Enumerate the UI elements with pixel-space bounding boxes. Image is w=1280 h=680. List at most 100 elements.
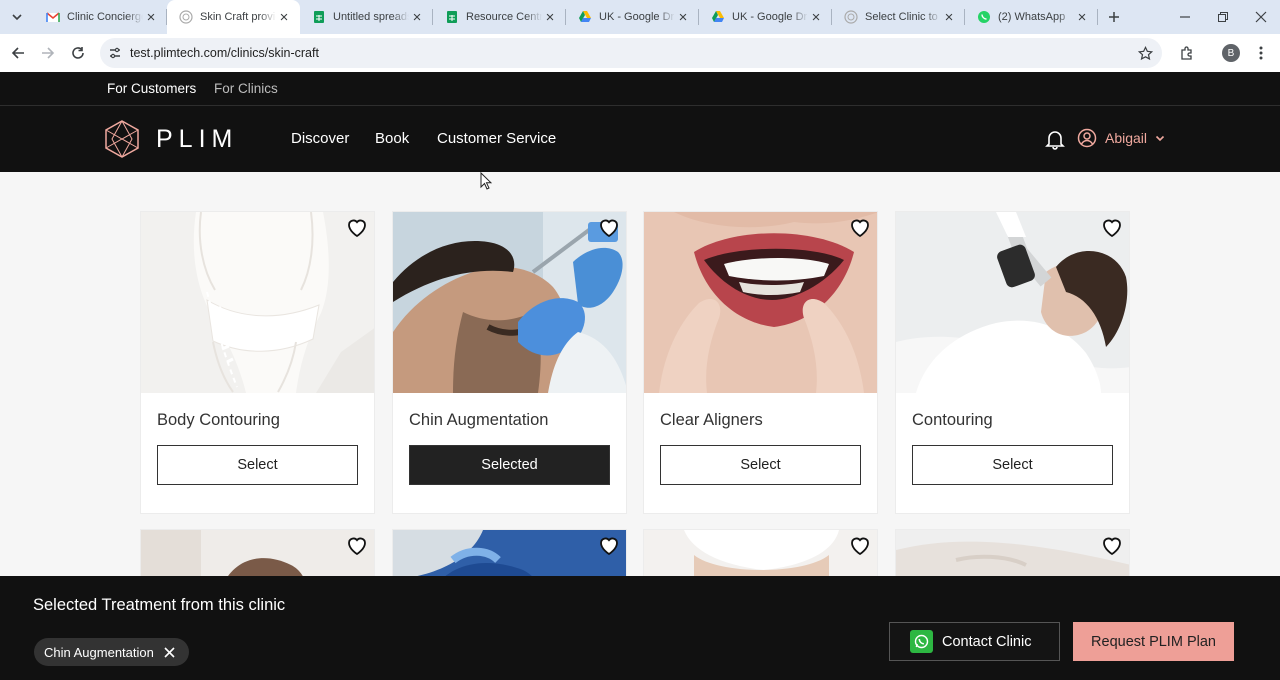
tab-title: Select Clinic to compare — [865, 11, 941, 23]
close-tab-icon[interactable]: × — [808, 9, 824, 26]
notifications-button[interactable] — [1044, 128, 1066, 155]
tab-title: (2) WhatsApp — [998, 11, 1066, 23]
chevron-down-icon — [12, 14, 22, 21]
heart-icon[interactable] — [345, 534, 369, 558]
browser-menu-button[interactable] — [1246, 34, 1276, 72]
request-plim-plan-button[interactable]: Request PLIM Plan — [1073, 622, 1234, 661]
treatment-name: Body Contouring — [157, 411, 280, 429]
whatsapp-icon — [978, 11, 990, 23]
for-customers-link[interactable]: For Customers — [107, 81, 196, 96]
reload-icon — [72, 47, 84, 59]
close-tab-icon[interactable]: × — [1074, 9, 1090, 26]
minimize-icon — [1180, 16, 1190, 18]
browser-tab-uk-google-drive[interactable]: UK - Google Drive × — [566, 0, 699, 34]
nav-customer-service[interactable]: Customer Service — [437, 130, 556, 147]
contact-clinic-label: Contact Clinic — [942, 633, 1032, 650]
selected-treatments-heading: Selected Treatment from this clinic — [33, 596, 286, 614]
forward-button[interactable] — [33, 38, 63, 68]
tab-title: Clinic Concierge — [67, 11, 143, 23]
browser-tab-clinic-concierge[interactable]: Clinic Concierge × — [34, 0, 167, 34]
treatment-name: Clear Aligners — [660, 411, 763, 429]
new-tab-button[interactable] — [1100, 3, 1128, 31]
treatment-image-contouring — [896, 212, 1129, 393]
mouse-cursor-icon — [480, 172, 492, 190]
nav-book[interactable]: Book — [375, 130, 409, 147]
puzzle-icon — [1181, 46, 1192, 60]
close-tab-icon[interactable]: × — [675, 9, 691, 26]
arrow-right-icon — [42, 47, 55, 59]
heart-icon[interactable] — [1100, 216, 1124, 240]
back-button[interactable] — [3, 38, 33, 68]
tab-search-button[interactable] — [0, 0, 34, 34]
bookmark-button[interactable] — [1130, 34, 1160, 72]
logo-text: PLIM — [156, 124, 239, 153]
browser-tab-untitled-spreadsheet[interactable]: Untitled spreadsheet × — [300, 0, 433, 34]
browser-tab-whatsapp[interactable]: (2) WhatsApp × — [965, 0, 1098, 34]
for-clinics-link[interactable]: For Clinics — [214, 81, 278, 96]
gmail-icon — [46, 12, 60, 22]
select-treatment-button[interactable]: Select — [157, 445, 358, 485]
sheets-icon — [447, 11, 457, 23]
bell-icon — [1045, 131, 1065, 150]
plim-logo[interactable]: PLIM — [104, 120, 238, 158]
restore-icon — [1218, 12, 1228, 22]
address-bar[interactable]: test.plimtech.com/clinics/skin-craft — [100, 38, 1162, 68]
nav-discover[interactable]: Discover — [291, 130, 349, 147]
tab-title: UK - Google Drive — [599, 11, 675, 23]
browser-tab-skin-craft[interactable]: Skin Craft provider × — [167, 0, 300, 34]
user-name: Abigail — [1105, 130, 1148, 146]
close-tab-icon[interactable]: × — [276, 9, 292, 26]
selected-treatment-chip: Chin Augmentation — [34, 638, 189, 666]
select-treatment-button[interactable]: Select — [912, 445, 1113, 485]
heart-icon[interactable] — [345, 216, 369, 240]
heart-icon[interactable] — [848, 534, 872, 558]
profile-avatar: B — [1222, 44, 1240, 62]
browser-tab-resource-centre[interactable]: Resource Centre × — [433, 0, 566, 34]
treatment-name: Chin Augmentation — [409, 411, 549, 429]
heart-icon[interactable] — [597, 534, 621, 558]
treatment-image-clear-aligners — [644, 212, 877, 393]
selected-treatment-button[interactable]: Selected — [409, 445, 610, 485]
plim-favicon-icon — [179, 10, 193, 24]
user-menu[interactable]: Abigail — [1077, 128, 1165, 148]
browser-tab-bar: Clinic Concierge × Skin Craft provider ×… — [0, 0, 1280, 34]
tab-title: Untitled spreadsheet — [333, 11, 409, 23]
chip-label: Chin Augmentation — [44, 644, 154, 660]
treatment-card: Chin Augmentation Selected — [392, 211, 627, 514]
plus-icon — [1109, 12, 1119, 22]
close-tab-icon[interactable]: × — [409, 9, 425, 26]
close-tab-icon[interactable]: × — [941, 9, 957, 26]
treatment-card: Clear Aligners Select — [643, 211, 878, 514]
contact-clinic-button[interactable]: Contact Clinic — [889, 622, 1060, 661]
site-settings-icon[interactable] — [108, 46, 122, 60]
plim-logo-icon — [105, 120, 139, 158]
heart-icon[interactable] — [1100, 534, 1124, 558]
restore-button[interactable] — [1204, 0, 1242, 34]
treatment-name: Contouring — [912, 411, 993, 429]
close-window-button[interactable] — [1242, 0, 1280, 34]
browser-tab-select-clinic[interactable]: Select Clinic to compare × — [832, 0, 965, 34]
treatment-card: Body Contouring Select — [140, 211, 375, 514]
browser-tab-uk-google-drive-2[interactable]: UK - Google Drive × — [699, 0, 832, 34]
url-text: test.plimtech.com/clinics/skin-craft — [130, 46, 319, 60]
reload-button[interactable] — [63, 38, 93, 68]
chevron-down-icon — [1155, 135, 1165, 142]
user-avatar-icon — [1077, 128, 1097, 148]
more-vertical-icon — [1259, 46, 1263, 60]
close-icon — [164, 646, 175, 658]
star-icon — [1137, 45, 1153, 60]
close-tab-icon[interactable]: × — [542, 9, 558, 26]
treatment-card: Contouring Select — [895, 211, 1130, 514]
extensions-button[interactable] — [1172, 34, 1202, 72]
plim-favicon-icon — [844, 10, 858, 24]
select-treatment-button[interactable]: Select — [660, 445, 861, 485]
close-icon — [1255, 11, 1267, 23]
heart-icon[interactable] — [848, 216, 872, 240]
profile-button[interactable]: B — [1216, 34, 1246, 72]
arrow-left-icon — [11, 47, 24, 59]
drive-icon — [579, 11, 591, 22]
heart-icon[interactable] — [597, 216, 621, 240]
minimize-button[interactable] — [1166, 0, 1204, 34]
remove-chip-button[interactable] — [164, 646, 175, 658]
close-tab-icon[interactable]: × — [143, 9, 159, 26]
